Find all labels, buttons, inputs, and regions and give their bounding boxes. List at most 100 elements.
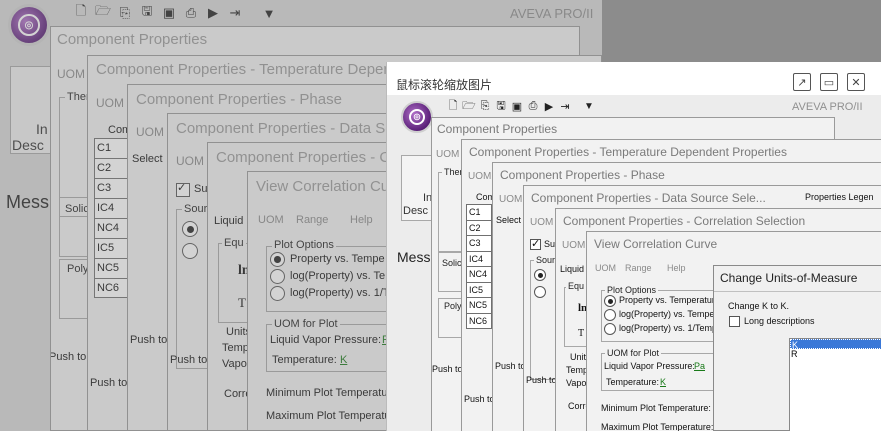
dropdown-arrow-icon[interactable]: ▼: [258, 3, 280, 23]
source-radio-2[interactable]: [182, 243, 198, 259]
dropdown-arrow-icon[interactable]: ▼: [581, 96, 597, 116]
new-file-icon[interactable]: 🗋: [70, 3, 92, 23]
window-title: Component Properties - Data Source Sele.…: [531, 191, 766, 205]
list-item[interactable]: C1: [95, 139, 131, 159]
su-label: Su: [194, 183, 208, 195]
long-descriptions-checkbox[interactable]: [729, 316, 740, 327]
window-title: Component Properties - Correlation Selec…: [563, 214, 806, 228]
plot-option-radio-2[interactable]: [270, 269, 285, 284]
plot-option-radio-1[interactable]: [604, 295, 616, 307]
source-radio-2[interactable]: [534, 286, 546, 298]
window-title: Change Units-of-Measure: [720, 271, 858, 285]
aveva-logo-icon: ◎: [401, 101, 433, 133]
menu-uom[interactable]: UOM: [562, 240, 585, 251]
push-to-label: Push to: [50, 351, 87, 363]
image-viewer: 鼠标滚轮缩放图片 ↗ ▭ ✕ ◎ 🗋 🗁 ⎘ 🖫 ▣ ⎙ ▶ ⇥ ▼ AVEVA…: [386, 62, 881, 431]
su-label: Su: [544, 239, 556, 249]
run-icon[interactable]: ▶: [541, 96, 557, 116]
push-to-label: Push to: [130, 334, 168, 346]
list-item[interactable]: IC5: [95, 239, 131, 259]
components-list[interactable]: C1 C2 C3 IC4 NC4 IC5 NC5 NC6: [466, 204, 492, 329]
menu-uom[interactable]: UOM: [530, 217, 553, 228]
partial-label-in: In: [36, 121, 48, 137]
brand-label: AVEVA PRO/II: [792, 101, 863, 113]
open-folder-icon[interactable]: 🗁: [92, 3, 114, 23]
menu-uom[interactable]: UOM: [595, 263, 616, 273]
menu-uom[interactable]: UOM: [499, 194, 522, 205]
lvp-unit-link[interactable]: Pa: [694, 361, 705, 371]
plot-option-label-1: Property vs. Temperature: [619, 295, 720, 305]
list-item[interactable]: C2: [95, 159, 131, 179]
messages-tab-label[interactable]: Mess: [6, 192, 49, 213]
list-item[interactable]: R: [790, 349, 881, 359]
list-item[interactable]: NC5: [467, 298, 491, 314]
save-as-icon[interactable]: ▣: [509, 96, 525, 116]
select-label: Select: [132, 153, 163, 165]
plot-option-radio-3[interactable]: [270, 286, 285, 301]
close-icon[interactable]: ✕: [847, 73, 865, 91]
units-list[interactable]: K R: [789, 338, 881, 431]
list-item[interactable]: IC4: [467, 252, 491, 267]
viewer-screenshot: ◎ 🗋 🗁 ⎘ 🖫 ▣ ⎙ ▶ ⇥ ▼ AVEVA PRO/II In Desc…: [387, 95, 881, 431]
list-item[interactable]: NC6: [95, 279, 131, 299]
su-checkbox[interactable]: [530, 237, 541, 250]
aveva-logo-icon: ◎: [8, 4, 50, 46]
save-icon[interactable]: 🖫: [493, 96, 509, 116]
open-external-icon[interactable]: ↗: [793, 73, 811, 91]
plot-option-radio-2[interactable]: [604, 309, 616, 321]
vapor-label: Vapo: [566, 378, 587, 388]
menu-range[interactable]: Range: [625, 263, 652, 273]
solid-group-label: Solic: [440, 258, 464, 268]
source-group-label: Sour: [534, 255, 558, 265]
list-item[interactable]: C3: [95, 179, 131, 199]
uom-plot-label: UOM for Plot: [272, 318, 340, 330]
temperature-unit-link[interactable]: K: [660, 377, 666, 387]
menu-uom[interactable]: UOM: [468, 171, 491, 182]
plot-option-radio-3[interactable]: [604, 323, 616, 335]
list-item[interactable]: IC4: [95, 199, 131, 219]
open-folder-icon[interactable]: 🗁: [461, 96, 477, 116]
plot-options-label: Plot Options: [605, 285, 659, 295]
list-item[interactable]: NC5: [95, 259, 131, 279]
list-item[interactable]: NC6: [467, 314, 491, 330]
menu-help[interactable]: Help: [350, 214, 373, 226]
list-item[interactable]: NC4: [95, 219, 131, 239]
title-divider: [714, 291, 881, 292]
push-to-label: Push to: [526, 375, 557, 385]
run-icon[interactable]: ▶: [202, 3, 224, 23]
step-icon[interactable]: ⇥: [224, 3, 246, 23]
menu-uom[interactable]: UOM: [436, 149, 459, 160]
save-as-icon[interactable]: ▣: [158, 3, 180, 23]
print-icon[interactable]: ⎙: [525, 96, 541, 116]
print-icon[interactable]: ⎙: [180, 3, 202, 23]
temp-label: Temp: [566, 365, 589, 375]
open-recent-icon[interactable]: ⎘: [477, 96, 493, 116]
list-item-selected[interactable]: K: [790, 339, 881, 350]
menu-uom[interactable]: UOM: [176, 154, 204, 168]
source-radio-1[interactable]: [534, 269, 546, 281]
list-item[interactable]: NC4: [467, 267, 491, 283]
messages-tab-label[interactable]: Mess: [397, 249, 430, 265]
menu-uom[interactable]: UOM: [258, 214, 284, 226]
open-recent-icon[interactable]: ⎘: [114, 3, 136, 23]
list-item[interactable]: C1: [467, 205, 491, 221]
push-to-label: Push to: [170, 354, 208, 366]
temperature-unit-link[interactable]: K: [340, 354, 347, 366]
new-file-icon[interactable]: 🗋: [445, 96, 461, 116]
menu-uom[interactable]: UOM: [57, 67, 85, 81]
su-checkbox[interactable]: [176, 181, 190, 197]
list-item[interactable]: C3: [467, 236, 491, 252]
menu-uom[interactable]: UOM: [96, 96, 124, 110]
menu-help[interactable]: Help: [667, 263, 686, 273]
list-item[interactable]: C2: [467, 221, 491, 236]
source-radio-1[interactable]: [182, 221, 198, 237]
menu-uom[interactable]: UOM: [136, 125, 164, 139]
save-icon[interactable]: 🖫: [136, 3, 158, 23]
plot-option-radio-1[interactable]: [270, 252, 285, 267]
menu-range[interactable]: Range: [296, 214, 328, 226]
min-plot-temp-label: Minimum Plot Temperature:: [266, 387, 401, 399]
list-item[interactable]: IC5: [467, 283, 491, 298]
maximize-icon[interactable]: ▭: [820, 73, 838, 91]
step-icon[interactable]: ⇥: [557, 96, 573, 116]
partial-label-desc: Desc: [403, 205, 429, 217]
